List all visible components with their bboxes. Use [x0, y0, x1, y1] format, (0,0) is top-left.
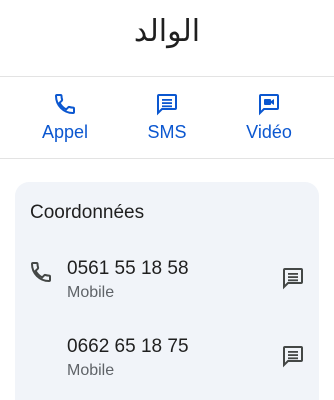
- call-button[interactable]: Appel: [20, 88, 110, 148]
- quick-actions: Appel SMS Vidéo: [0, 88, 334, 148]
- message-icon[interactable]: [281, 344, 305, 368]
- sms-button[interactable]: SMS: [122, 88, 212, 148]
- video-icon: [259, 94, 279, 116]
- phone-row[interactable]: 0561 55 18 58 Mobile: [15, 258, 319, 314]
- card-title: Coordonnées: [30, 202, 145, 223]
- call-label: Appel: [41, 122, 89, 142]
- phone-type: Mobile: [67, 362, 115, 379]
- contact-name: الوالد: [133, 14, 201, 49]
- divider: [0, 158, 334, 159]
- phone-icon: [54, 94, 75, 115]
- phone-type: Mobile: [67, 284, 115, 301]
- contact-details-card: Coordonnées 0561 55 18 58 Mobile 0662 65…: [15, 182, 319, 400]
- video-call-button[interactable]: Vidéo: [224, 88, 314, 148]
- message-icon[interactable]: [281, 266, 305, 290]
- divider: [0, 76, 334, 77]
- video-label: Vidéo: [246, 122, 292, 142]
- phone-row[interactable]: 0662 65 18 75 Mobile: [15, 336, 319, 392]
- phone-icon: [30, 262, 51, 283]
- message-icon: [157, 94, 177, 116]
- sms-label: SMS: [147, 122, 187, 142]
- phone-number: 0662 65 18 75: [67, 336, 189, 357]
- phone-number: 0561 55 18 58: [67, 258, 189, 279]
